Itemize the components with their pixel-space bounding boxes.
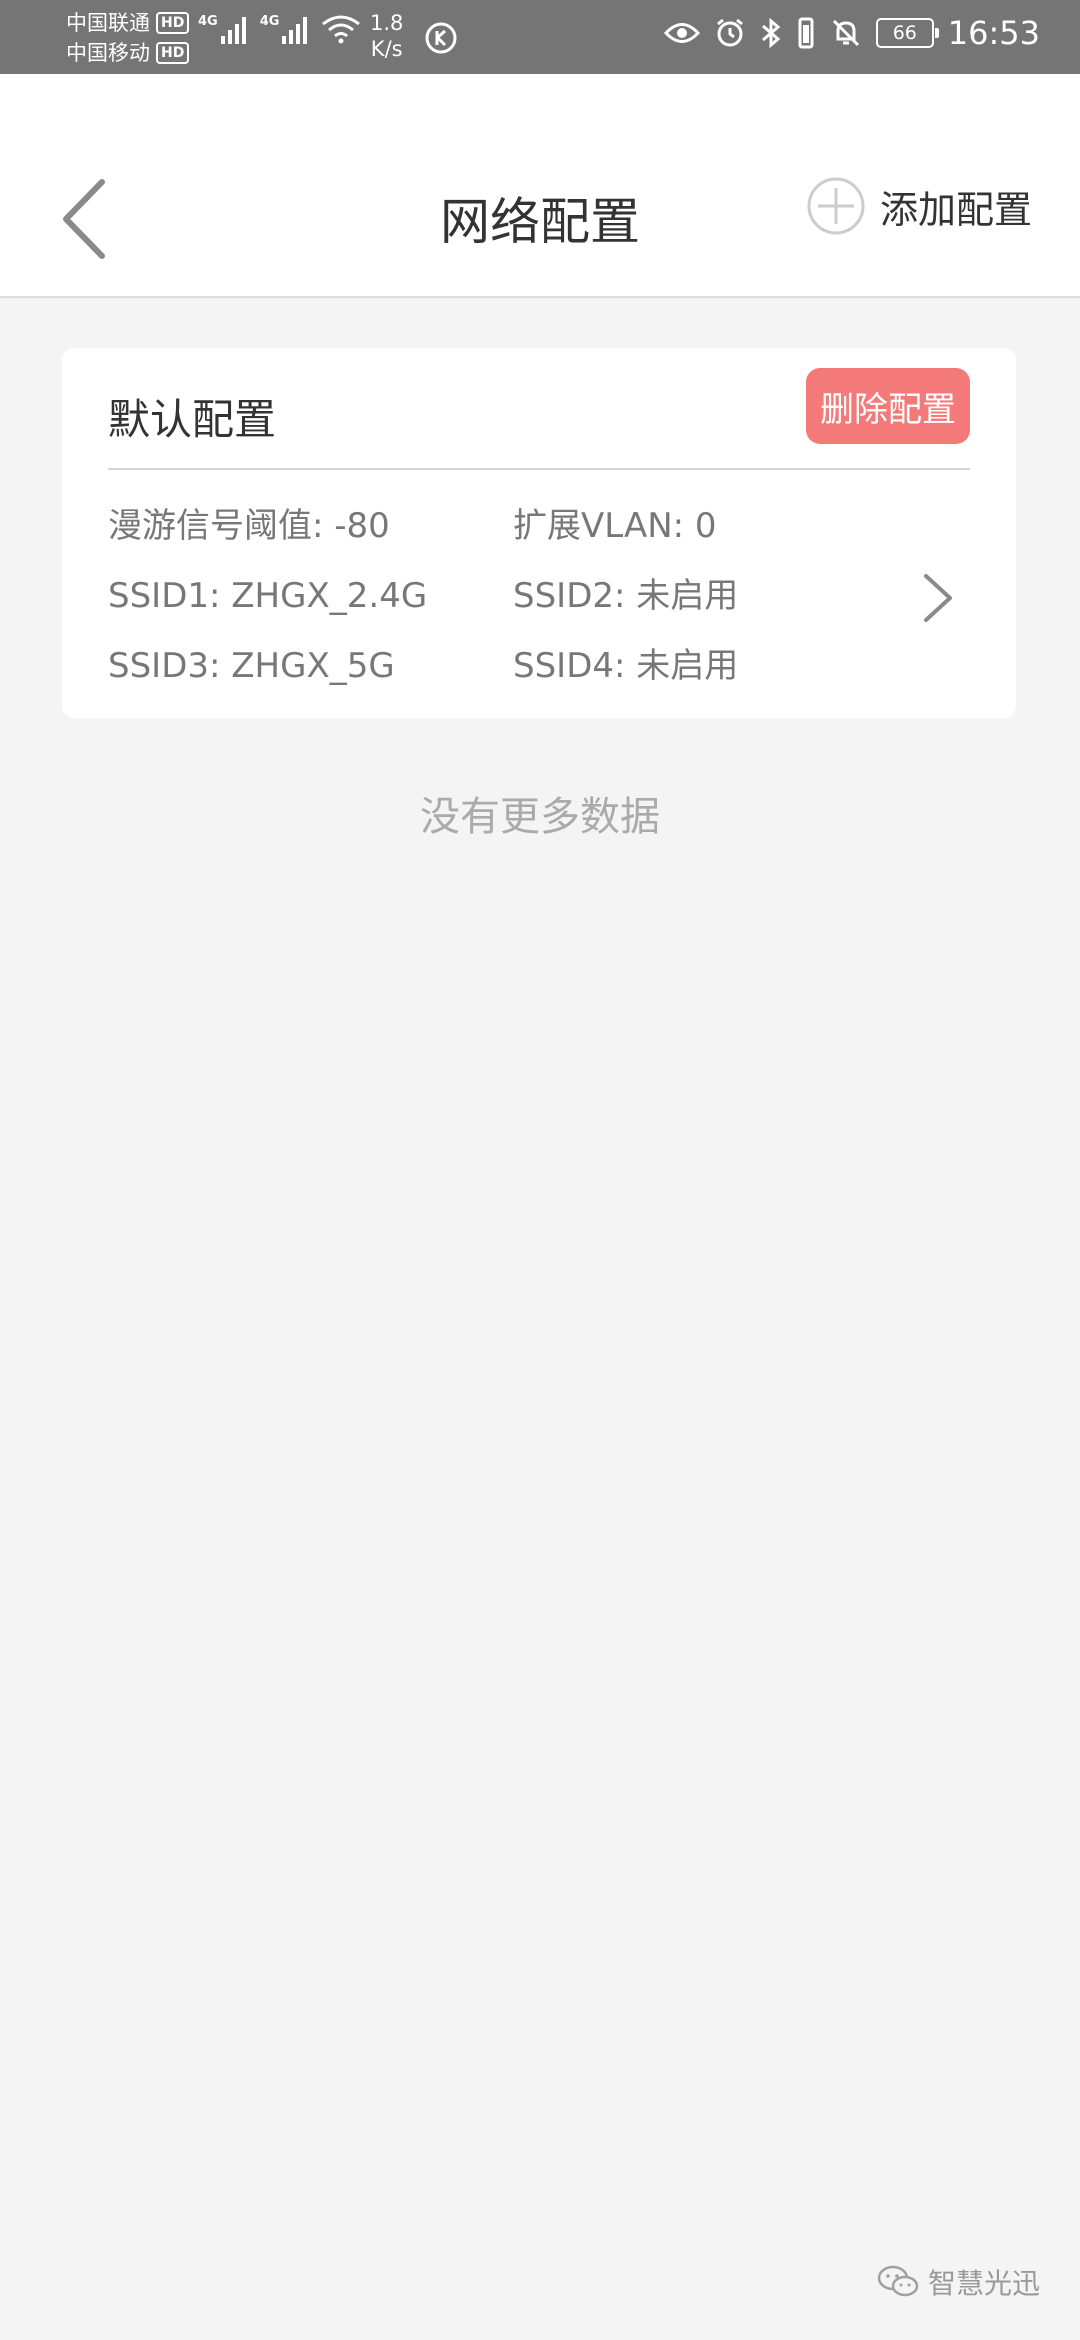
battery-icon: 66 — [875, 18, 939, 48]
add-config-button[interactable]: 添加配置 — [806, 176, 1032, 236]
config-title: 默认配置 — [108, 395, 277, 444]
config-details: 漫游信号阈值: -80 扩展VLAN: 0 SSID1: ZHGX_2.4G S… — [108, 504, 928, 714]
carrier-1: 中国联通 — [66, 11, 150, 35]
ssid1: SSID1: ZHGX_2.4G — [108, 576, 428, 616]
config-card[interactable]: 默认配置 删除配置 漫游信号阈值: -80 扩展VLAN: 0 SSID1: Z… — [62, 348, 1016, 718]
ssid3: SSID3: ZHGX_5G — [108, 646, 395, 686]
status-icons-right: 66 16:53 — [663, 14, 1040, 52]
carrier-info: 中国联通 HD 中国移动 HD — [66, 8, 190, 68]
plus-circle-icon — [807, 177, 865, 235]
signal-group-2: 4G — [260, 14, 312, 44]
watermark-text: 智慧光迅 — [927, 2267, 1040, 2300]
network-type-2: 4G — [259, 14, 280, 29]
signal-indicators: 4G 4G — [198, 14, 361, 44]
no-more-data-text: 没有更多数据 — [420, 794, 660, 840]
eye-icon — [663, 23, 700, 43]
detail-row: SSID1: ZHGX_2.4G SSID2: 未启用 — [108, 574, 928, 644]
network-speed: 1.8 K/s — [370, 10, 403, 62]
k-app-icon — [425, 22, 457, 54]
speed-unit: K/s — [370, 37, 403, 61]
detail-row: SSID3: ZHGX_5G SSID4: 未启用 — [108, 644, 928, 714]
status-bar: 中国联通 HD 中国移动 HD 4G 4G 1.8 K/s 66 16:53 — [0, 0, 1080, 74]
ssid2: SSID2: 未启用 — [513, 576, 739, 616]
vibrate-icon — [798, 17, 814, 49]
speed-value: 1.8 — [370, 11, 404, 35]
alarm-icon — [716, 18, 743, 47]
add-config-label: 添加配置 — [879, 187, 1032, 232]
roaming-threshold: 漫游信号阈值: -80 — [108, 506, 390, 546]
card-divider — [108, 468, 970, 470]
hd-badge-2: HD — [156, 42, 190, 64]
wifi-icon — [322, 15, 361, 44]
bell-off-icon — [832, 19, 859, 47]
chevron-right-icon[interactable] — [920, 570, 956, 626]
detail-row: 漫游信号阈值: -80 扩展VLAN: 0 — [108, 504, 928, 574]
carrier-2: 中国移动 — [66, 41, 150, 65]
signal-icon — [220, 17, 246, 44]
signal-group-1: 4G — [198, 14, 250, 44]
hd-badge-1: HD — [156, 12, 190, 34]
bluetooth-icon — [761, 17, 781, 49]
watermark: 智慧光迅 — [876, 2262, 1040, 2302]
app-header: 网络配置 添加配置 — [0, 74, 1080, 298]
status-time: 16:53 — [947, 14, 1040, 52]
network-type-1: 4G — [198, 14, 218, 29]
signal-icon — [282, 17, 308, 44]
delete-config-button[interactable]: 删除配置 — [806, 368, 970, 444]
extended-vlan: 扩展VLAN: 0 — [513, 506, 717, 546]
wechat-icon — [877, 2265, 919, 2297]
ssid4: SSID4: 未启用 — [513, 646, 739, 686]
battery-level: 66 — [892, 22, 917, 44]
